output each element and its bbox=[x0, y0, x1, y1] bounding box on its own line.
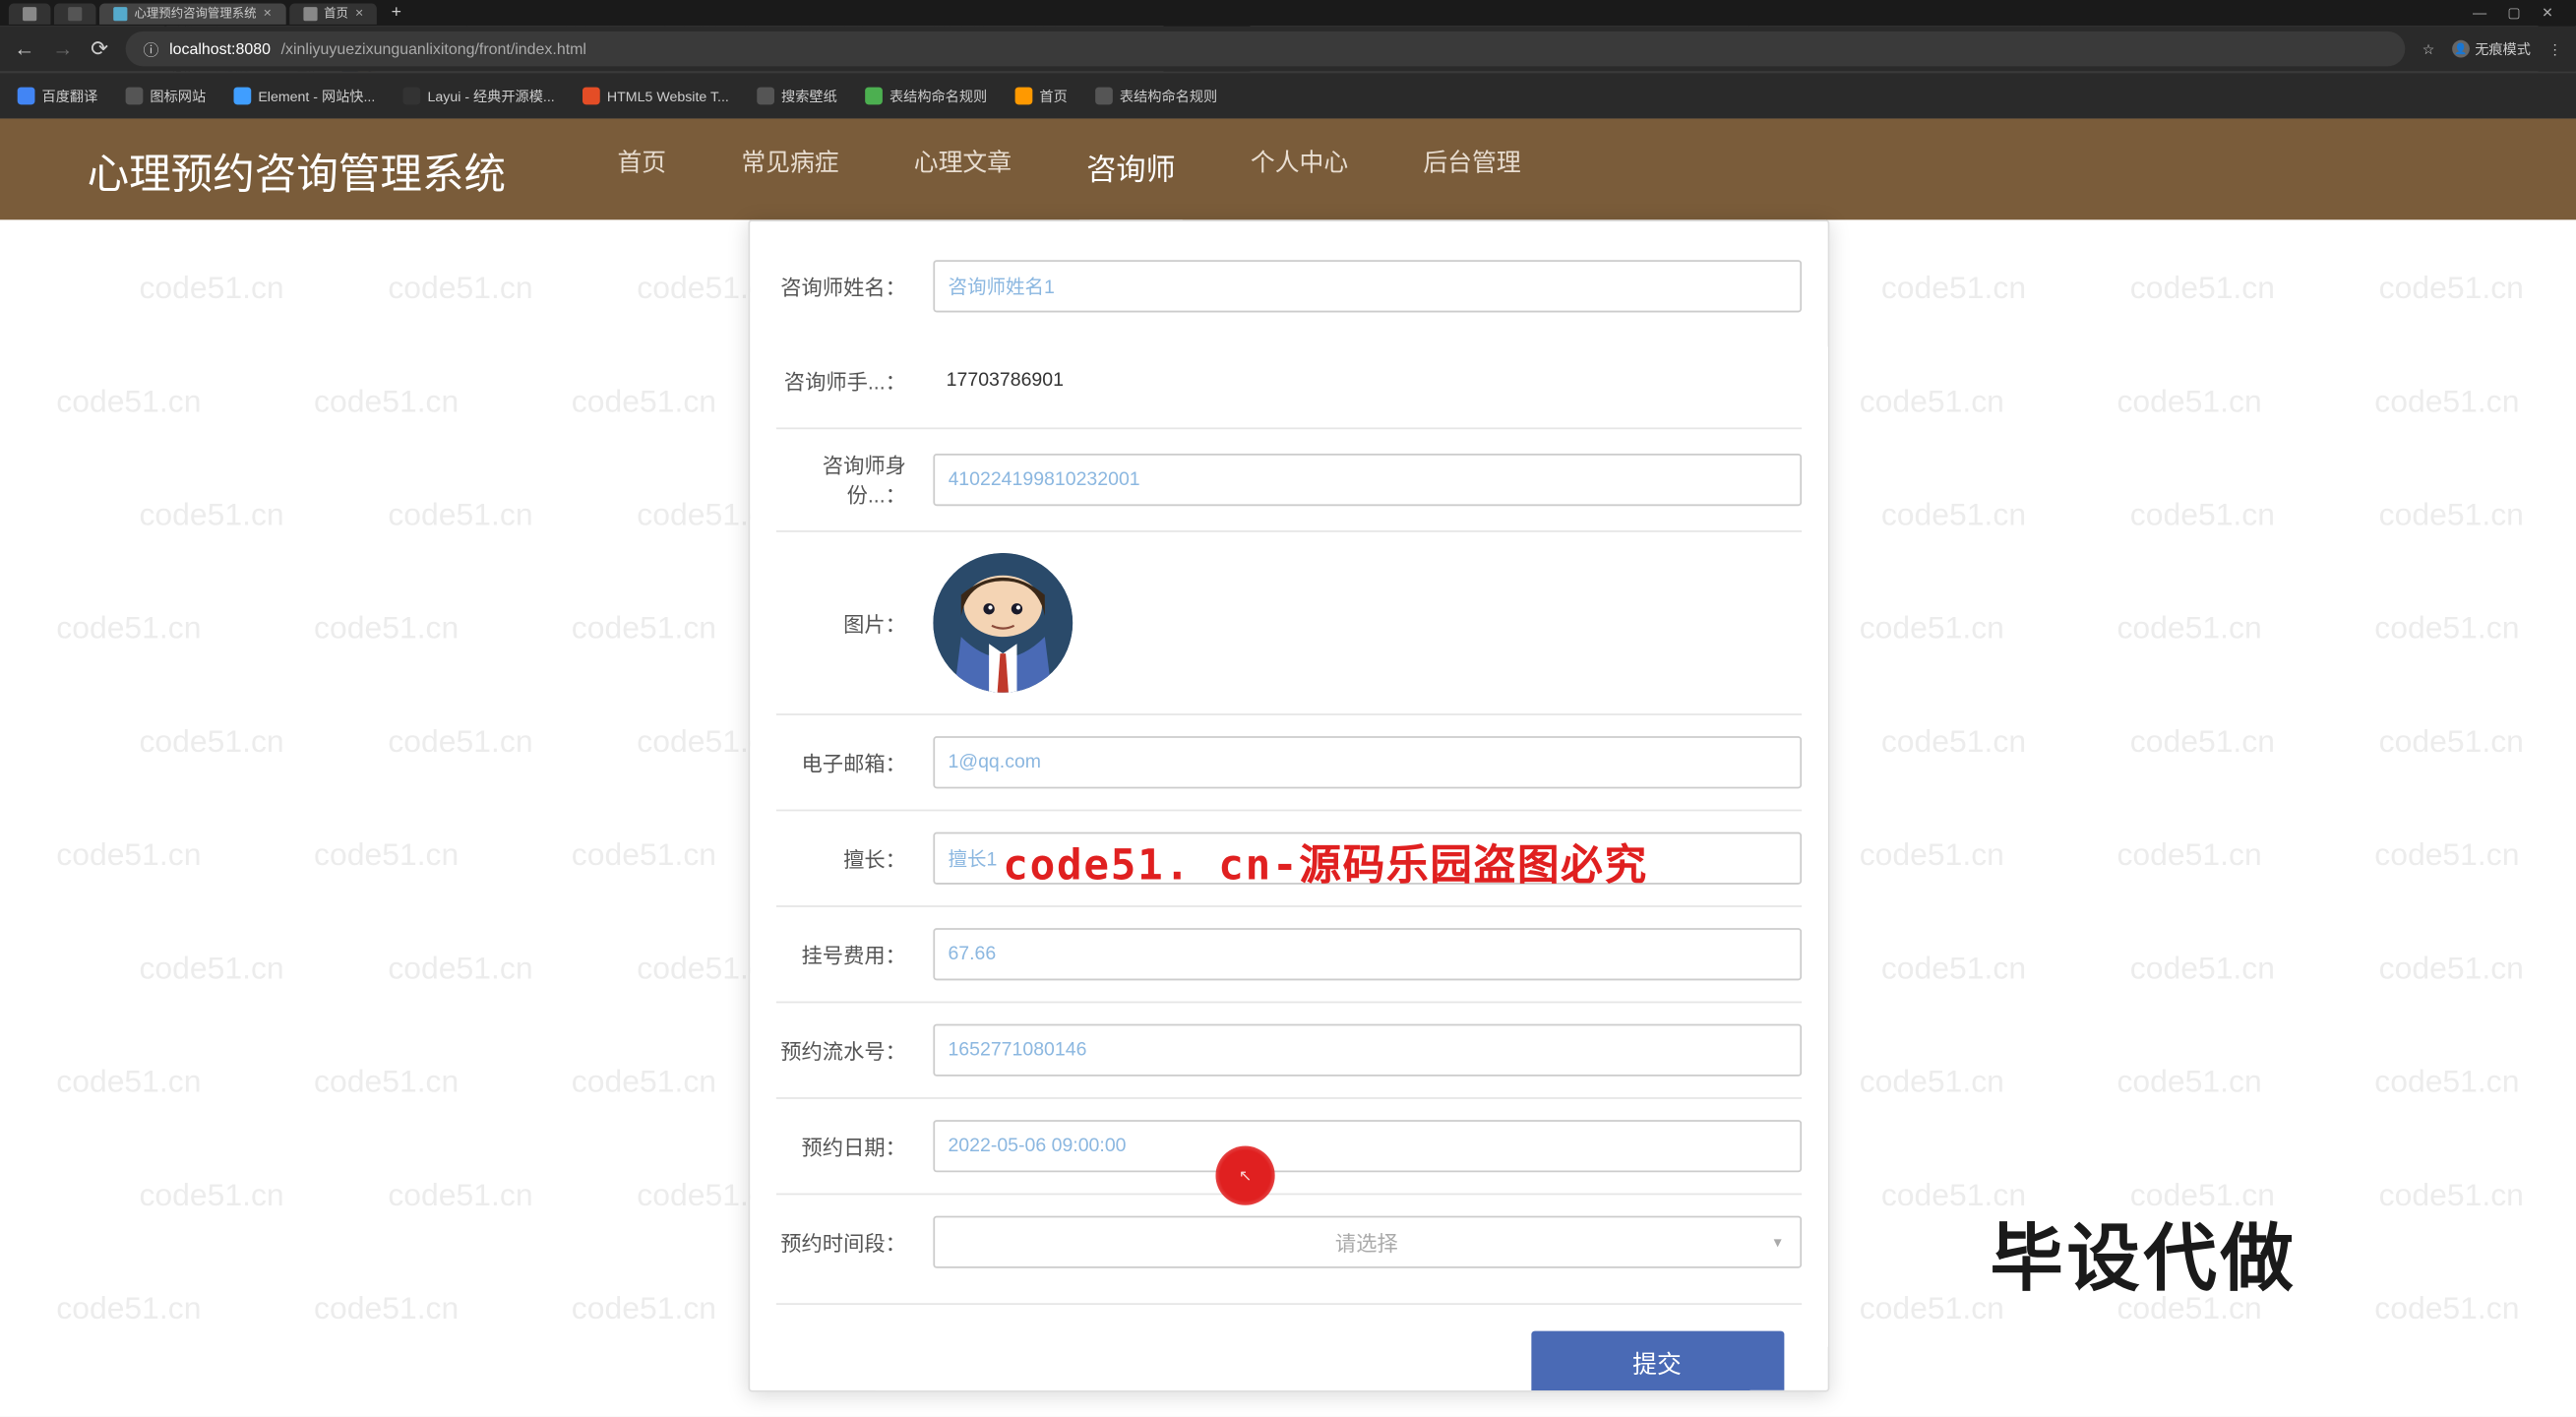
nav-home[interactable]: 首页 bbox=[610, 119, 673, 225]
bookmark-item[interactable]: 首页 bbox=[1015, 87, 1068, 105]
phone-input[interactable] bbox=[932, 354, 1801, 406]
bookmark-item[interactable]: HTML5 Website T... bbox=[583, 88, 729, 105]
bookmark-favicon-icon bbox=[234, 88, 252, 105]
avatar-image-icon bbox=[932, 553, 1072, 693]
bookmark-label: 表结构命名规则 bbox=[889, 87, 987, 105]
skill-label: 擅长： bbox=[775, 843, 906, 873]
browser-tab-strip: 心理预约咨询管理系统 × 首页 × + — ▢ ✕ bbox=[0, 0, 2576, 27]
tab-title: 首页 bbox=[324, 4, 348, 22]
date-label: 预约日期： bbox=[775, 1131, 906, 1160]
mode-label: 无痕模式 bbox=[2475, 39, 2531, 58]
photo-label: 图片： bbox=[775, 608, 906, 638]
bookmark-label: 搜索壁纸 bbox=[781, 87, 837, 105]
fee-label: 挂号费用： bbox=[775, 939, 906, 968]
nav-admin[interactable]: 后台管理 bbox=[1416, 119, 1527, 225]
incognito-badge: 👤 无痕模式 bbox=[2452, 39, 2531, 58]
minimize-icon[interactable]: — bbox=[2473, 5, 2486, 21]
date-input[interactable] bbox=[932, 1120, 1801, 1172]
bookmark-favicon-icon bbox=[583, 88, 600, 105]
info-icon: ⓘ bbox=[143, 37, 158, 60]
bookmark-label: Element - 网站快... bbox=[258, 87, 375, 105]
booking-form: 咨询师姓名： 咨询师手...： 咨询师身份...： 图片： bbox=[748, 219, 1829, 1391]
reload-button[interactable]: ⟳ bbox=[91, 36, 108, 61]
logo: 心理预约咨询管理系统 bbox=[88, 139, 506, 200]
new-tab-button[interactable]: + bbox=[381, 3, 412, 24]
url-input[interactable]: ⓘ localhost:8080/xinliyuyuezixunguanlixi… bbox=[126, 31, 2405, 66]
url-path: /xinliyuyuezixunguanlixitong/front/index… bbox=[281, 40, 586, 58]
bookmark-favicon-icon bbox=[757, 88, 774, 105]
bookmarks-bar: 百度翻译 图标网站 Element - 网站快... Layui - 经典开源模… bbox=[0, 72, 2576, 119]
bookmark-favicon-icon bbox=[18, 88, 35, 105]
bookmark-favicon-icon bbox=[403, 88, 421, 105]
bookmark-label: 表结构命名规则 bbox=[1120, 87, 1217, 105]
chevron-down-icon: ▾ bbox=[1774, 1232, 1782, 1251]
bookmark-item[interactable]: 搜索壁纸 bbox=[757, 87, 837, 105]
bookmark-label: 图标网站 bbox=[150, 87, 206, 105]
timeslot-select[interactable]: 请选择 ▾ bbox=[932, 1215, 1801, 1267]
browser-tab-2[interactable]: 首页 × bbox=[289, 3, 378, 24]
phone-label: 咨询师手...： bbox=[775, 365, 906, 395]
maximize-icon[interactable]: ▢ bbox=[2507, 5, 2520, 21]
bookmark-item[interactable]: Layui - 经典开源模... bbox=[403, 87, 555, 105]
promo-text: 毕设代做 bbox=[1990, 1200, 2297, 1306]
bookmark-item[interactable]: 表结构命名规则 bbox=[1095, 87, 1217, 105]
nav-profile[interactable]: 个人中心 bbox=[1244, 119, 1355, 225]
bookmark-item[interactable]: 百度翻译 bbox=[18, 87, 98, 105]
select-placeholder: 请选择 bbox=[1335, 1227, 1398, 1257]
email-label: 电子邮箱： bbox=[775, 748, 906, 777]
favicon-icon bbox=[23, 6, 36, 20]
nav-counselor[interactable]: 咨询师 bbox=[1079, 119, 1183, 225]
avatar bbox=[932, 553, 1072, 693]
idcard-label: 咨询师身份...： bbox=[775, 450, 906, 509]
fee-input[interactable] bbox=[932, 928, 1801, 980]
forward-button[interactable]: → bbox=[52, 36, 73, 61]
page-header: 心理预约咨询管理系统 首页 常见病症 心理文章 咨询师 个人中心 后台管理 bbox=[0, 119, 2576, 220]
close-icon[interactable]: ✕ bbox=[2542, 5, 2553, 21]
bookmark-item[interactable]: Element - 网站快... bbox=[234, 87, 376, 105]
name-input[interactable] bbox=[932, 260, 1801, 312]
menu-icon[interactable]: ⋮ bbox=[2548, 41, 2562, 57]
bookmark-label: Layui - 经典开源模... bbox=[427, 87, 554, 105]
serial-input[interactable] bbox=[932, 1023, 1801, 1076]
bookmark-favicon-icon bbox=[1095, 88, 1113, 105]
tab-title: 心理预约咨询管理系统 bbox=[134, 4, 256, 22]
vue-favicon-icon bbox=[113, 6, 127, 20]
timeslot-label: 预约时间段： bbox=[775, 1227, 906, 1257]
name-label: 咨询师姓名： bbox=[775, 272, 906, 301]
bookmark-label: HTML5 Website T... bbox=[607, 89, 729, 104]
nav-symptoms[interactable]: 常见病症 bbox=[734, 119, 845, 225]
idcard-input[interactable] bbox=[932, 454, 1801, 506]
back-button[interactable]: ← bbox=[14, 36, 34, 61]
email-input[interactable] bbox=[932, 736, 1801, 788]
bookmark-label: 首页 bbox=[1039, 87, 1067, 105]
bookmark-favicon-icon bbox=[865, 88, 883, 105]
bookmark-favicon-icon bbox=[126, 88, 144, 105]
serial-label: 预约流水号： bbox=[775, 1035, 906, 1065]
incognito-icon: 👤 bbox=[2452, 40, 2470, 58]
bookmark-label: 百度翻译 bbox=[42, 87, 98, 105]
browser-tab-1[interactable]: 心理预约咨询管理系统 × bbox=[99, 3, 285, 24]
back-app[interactable] bbox=[9, 3, 51, 24]
close-icon[interactable]: × bbox=[355, 5, 363, 21]
skill-input[interactable] bbox=[932, 832, 1801, 884]
bookmark-item[interactable]: 表结构命名规则 bbox=[865, 87, 987, 105]
bookmark-favicon-icon bbox=[1015, 88, 1033, 105]
submit-button[interactable]: 提交 bbox=[1530, 1330, 1783, 1391]
url-host: localhost:8080 bbox=[169, 40, 271, 58]
close-icon[interactable]: × bbox=[264, 5, 272, 21]
favicon-icon bbox=[68, 6, 82, 20]
address-bar: ← → ⟳ ⓘ localhost:8080/xinliyuyuezixungu… bbox=[0, 27, 2576, 72]
favicon-icon bbox=[303, 6, 317, 20]
nav-articles[interactable]: 心理文章 bbox=[907, 119, 1018, 225]
star-icon[interactable]: ☆ bbox=[2423, 41, 2435, 57]
bookmark-item[interactable]: 图标网站 bbox=[126, 87, 207, 105]
back-app2[interactable] bbox=[54, 3, 96, 24]
